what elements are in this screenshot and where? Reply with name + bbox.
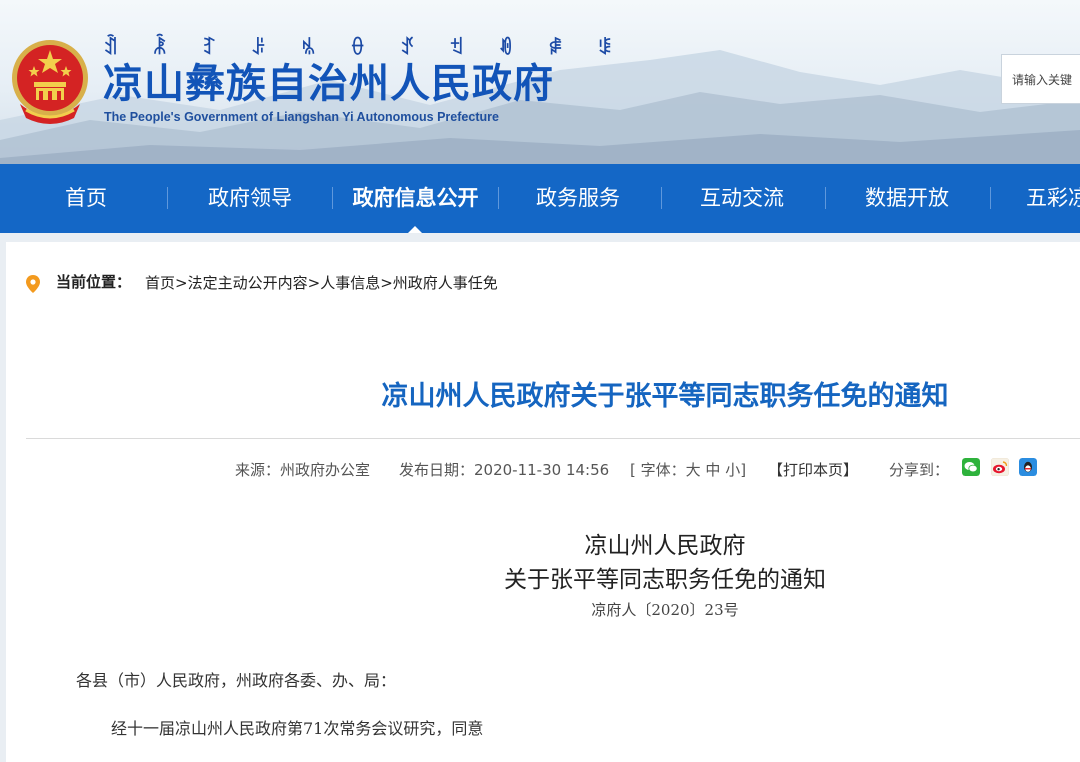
share-label: 分享到： <box>889 461 950 479</box>
breadcrumb-separator: > <box>380 274 393 292</box>
nav-divider <box>661 187 662 209</box>
breadcrumb-separator: > <box>175 274 188 292</box>
document-body-paragraph: 经十一届凉山州人民政府第71次常务会议研究，同意 <box>111 719 484 738</box>
document-salutation: 各县（市）人民政府，州政府各委、办、局： <box>76 671 397 690</box>
active-nav-caret <box>408 226 422 233</box>
article-title: 凉山州人民政府关于张平等同志职务任免的通知 <box>381 381 949 412</box>
title-divider <box>26 438 1080 439</box>
main-nav: 首页 政府领导 政府信息公开 政务服务 互动交流 数据开放 五彩凉 <box>0 164 1080 233</box>
document-title-line-1: 凉山州人民政府 <box>584 533 746 559</box>
nav-item-interaction[interactable]: 互动交流 <box>682 164 802 233</box>
nav-item-government-leaders[interactable]: 政府领导 <box>190 164 310 233</box>
font-size-control: [ 字体：大 中 小] <box>630 459 746 480</box>
breadcrumb-appointments[interactable]: 州政府人事任免 <box>393 274 498 292</box>
print-button[interactable]: 【打印本页】 <box>768 459 858 480</box>
nav-divider <box>825 187 826 209</box>
yi-script-name: ꀉ ꂾ ꆈ ꌠ ꁱ ꂷ ꀋ ꉬ ꀑ ꍂ ꌐ <box>103 37 627 59</box>
wechat-share-icon[interactable] <box>962 458 980 476</box>
breadcrumb-label: 当前位置： <box>56 273 132 291</box>
nav-item-home[interactable]: 首页 <box>30 164 142 233</box>
breadcrumb-personnel-info[interactable]: 人事信息 <box>320 274 380 292</box>
nav-divider <box>332 187 333 209</box>
breadcrumb-public-content[interactable]: 法定主动公开内容 <box>188 274 308 292</box>
font-medium-button[interactable]: 中 <box>705 461 720 479</box>
nav-divider <box>990 187 991 209</box>
font-small-button[interactable]: 小 <box>725 461 740 479</box>
weibo-share-icon[interactable] <box>991 458 1009 476</box>
nav-divider <box>498 187 499 209</box>
site-header: ꀉ ꂾ ꆈ ꌠ ꁱ ꂷ ꀋ ꉬ ꀑ ꍂ ꌐ 凉山彝族自治州人民政府 The Pe… <box>0 0 1080 164</box>
breadcrumb: 首页>法定主动公开内容>人事信息>州政府人事任免 <box>145 272 498 293</box>
document-number: 凉府人〔2020〕23号 <box>591 601 739 619</box>
search-input[interactable] <box>1012 73 1080 87</box>
site-title[interactable]: 凉山彝族自治州人民政府 <box>103 60 554 108</box>
nav-item-info-disclosure[interactable]: 政府信息公开 <box>343 164 488 233</box>
national-emblem-logo <box>12 40 88 124</box>
nav-item-open-data[interactable]: 数据开放 <box>847 164 967 233</box>
document-title-line-2: 关于张平等同志职务任免的通知 <box>504 567 826 593</box>
nav-item-government-services[interactable]: 政务服务 <box>518 164 638 233</box>
article-publish-date: 发布日期：2020-11-30 14:56 <box>399 461 610 479</box>
site-subtitle-english: The People's Government of Liangshan Yi … <box>104 110 499 124</box>
article-source: 来源：州政府办公室 <box>235 461 371 479</box>
font-size-bracket: ] <box>740 461 747 479</box>
font-large-button[interactable]: 大 <box>686 461 701 479</box>
font-size-label: [ 字体： <box>630 461 686 479</box>
location-pin-icon <box>26 275 40 293</box>
nav-divider <box>167 187 168 209</box>
breadcrumb-home[interactable]: 首页 <box>145 274 175 292</box>
qq-share-icon[interactable] <box>1019 458 1037 476</box>
nav-item-wucai[interactable]: 五彩凉 <box>1026 164 1080 233</box>
search-box[interactable] <box>1001 54 1080 104</box>
breadcrumb-separator: > <box>307 274 321 292</box>
